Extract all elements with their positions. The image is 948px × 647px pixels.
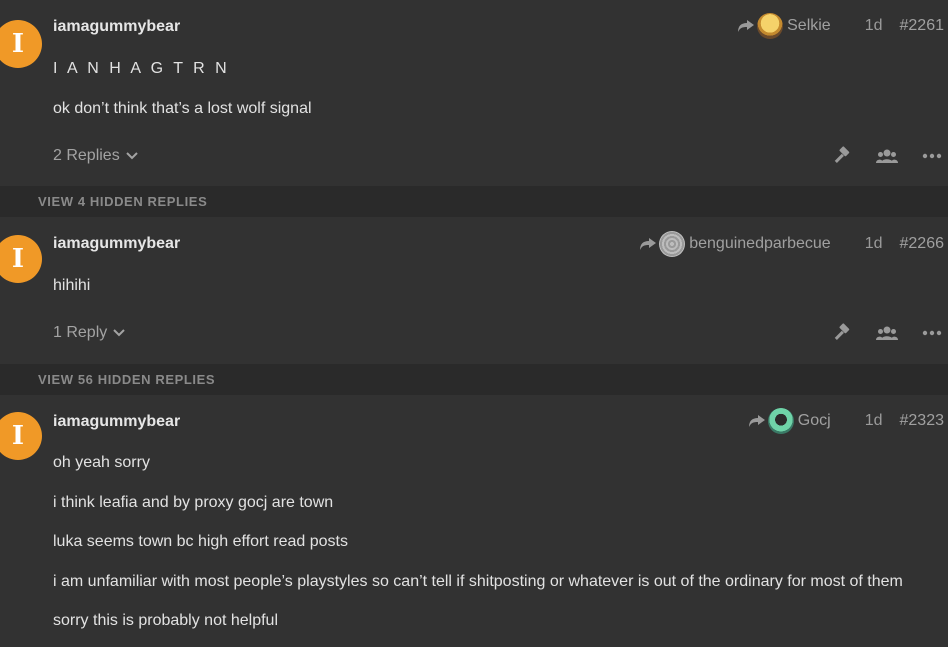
post-age[interactable]: 1d — [865, 17, 883, 35]
post-text-line: I A N H A G T R N — [53, 60, 230, 77]
reply-to-username[interactable]: Gocj — [798, 412, 831, 430]
username[interactable]: iamagummybear — [53, 413, 180, 431]
reply-arrow-icon — [640, 238, 657, 250]
avatar[interactable]: I — [0, 20, 42, 68]
post-text-line: sorry this is probably not helpful — [53, 612, 278, 629]
post-meta: Gocj 1d #2323 — [748, 408, 944, 434]
username[interactable]: iamagummybear — [53, 235, 180, 253]
reply-arrow-icon — [748, 415, 765, 427]
post-2323: I iamagummybear Gocj 1d #2323 oh yeah so… — [0, 395, 948, 647]
users-icon[interactable] — [876, 325, 898, 341]
username[interactable]: iamagummybear — [53, 18, 180, 36]
reply-to-username[interactable]: benguinedparbecue — [689, 235, 830, 253]
post-age[interactable]: 1d — [865, 412, 883, 430]
view-hidden-replies-button[interactable]: VIEW 56 HIDDEN REPLIES — [0, 364, 948, 395]
ellipsis-icon[interactable] — [922, 153, 942, 159]
post-text-line: ok don’t think that’s a lost wolf signal — [53, 100, 312, 117]
post-2266: I iamagummybear benguinedparbecue 1d #22… — [0, 217, 948, 364]
chevron-down-icon — [113, 329, 125, 337]
reply-avatar[interactable] — [757, 13, 784, 39]
post-text-line: oh yeah sorry — [53, 454, 150, 471]
ellipsis-icon[interactable] — [922, 330, 942, 336]
avatar[interactable]: I — [0, 412, 42, 460]
reply-avatar[interactable] — [659, 231, 686, 257]
post-text-line: i am unfamiliar with most people’s plays… — [53, 573, 903, 590]
chevron-down-icon — [125, 152, 138, 160]
post-text-line: luka seems town bc high effort read post… — [53, 533, 348, 550]
post-text-line: hihihi — [53, 277, 91, 294]
reply-to-username[interactable]: Selkie — [787, 17, 831, 35]
replies-label: 2 Replies — [53, 147, 120, 164]
users-icon[interactable] — [876, 148, 898, 164]
hammer-icon[interactable] — [832, 323, 852, 343]
hammer-icon[interactable] — [832, 146, 852, 166]
post-meta: benguinedparbecue 1d #2266 — [639, 231, 944, 257]
post-actions — [808, 323, 942, 343]
post-2261: I iamagummybear Selkie 1d #2261 I A N H … — [0, 0, 948, 186]
avatar[interactable]: I — [0, 235, 42, 283]
view-hidden-replies-button[interactable]: VIEW 4 HIDDEN REPLIES — [0, 186, 948, 217]
post-actions — [808, 146, 942, 166]
reply-arrow-icon — [738, 20, 755, 32]
post-age[interactable]: 1d — [865, 235, 883, 253]
replies-label: 1 Reply — [53, 324, 108, 341]
post-meta: Selkie 1d #2261 — [737, 13, 944, 39]
reply-avatar[interactable] — [767, 408, 794, 434]
post-number[interactable]: #2323 — [900, 412, 945, 430]
post-number[interactable]: #2261 — [900, 17, 945, 35]
replies-toggle-button[interactable]: 1 Reply — [53, 324, 125, 342]
replies-toggle-button[interactable]: 2 Replies — [53, 147, 138, 165]
post-text-line: i think leafia and by proxy gocj are tow… — [53, 494, 334, 511]
post-number[interactable]: #2266 — [900, 235, 945, 253]
